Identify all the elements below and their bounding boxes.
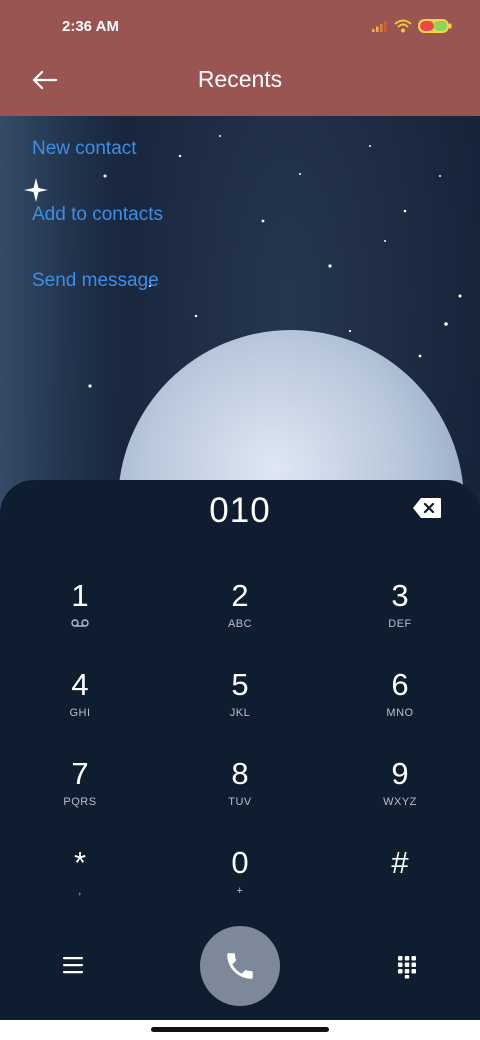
voicemail-icon xyxy=(20,618,140,632)
page-title: Recents xyxy=(197,66,283,92)
status-icons xyxy=(372,19,452,33)
signal-icon xyxy=(372,21,387,32)
key-8[interactable]: 8 TUV xyxy=(180,756,300,828)
menu-icon[interactable] xyxy=(63,956,83,974)
app-header: 2:36 AM Recents xyxy=(0,0,480,116)
key-digit: 3 xyxy=(391,578,409,613)
key-letters: MNO xyxy=(386,707,414,719)
key-letters: + xyxy=(236,885,244,897)
key-digit: 0 xyxy=(231,845,249,880)
dialpad-icon[interactable] xyxy=(397,955,417,979)
key-letters: , xyxy=(78,885,82,897)
wifi-icon xyxy=(394,19,412,33)
key-0[interactable]: 0 + xyxy=(180,845,300,917)
key-digit: 8 xyxy=(231,756,249,791)
key-3[interactable]: 3 DEF xyxy=(340,578,460,650)
key-digit: 1 xyxy=(71,578,89,613)
key-digit: 6 xyxy=(391,667,409,702)
key-letters xyxy=(340,885,460,899)
send-message-link[interactable]: Send message xyxy=(32,270,159,292)
home-indicator[interactable] xyxy=(151,1027,329,1032)
key-letters: GHI xyxy=(69,707,91,719)
key-letters: ABC xyxy=(227,618,253,630)
key-digit: 4 xyxy=(71,667,89,702)
call-button[interactable] xyxy=(200,926,280,1006)
key-digit: 7 xyxy=(71,756,89,791)
key-digit: 9 xyxy=(391,756,409,791)
key-digit: 5 xyxy=(231,667,249,702)
backspace-icon[interactable] xyxy=(412,497,442,519)
battery-icon xyxy=(418,19,452,33)
key-letters: PQRS xyxy=(63,796,97,808)
phone-icon xyxy=(227,953,253,979)
key-2[interactable]: 2 ABC xyxy=(180,578,300,650)
key-digit: * xyxy=(73,845,87,880)
dialed-number: 010 xyxy=(209,491,271,530)
key-star[interactable]: * , xyxy=(20,845,140,917)
add-to-contacts-link[interactable]: Add to contacts xyxy=(32,204,163,226)
new-contact-link[interactable]: New contact xyxy=(32,138,137,160)
key-6[interactable]: 6 MNO xyxy=(340,667,460,739)
key-hash[interactable]: # xyxy=(340,845,460,917)
key-letters: DEF xyxy=(388,618,412,630)
key-digit: 2 xyxy=(231,578,249,613)
key-4[interactable]: 4 GHI xyxy=(20,667,140,739)
key-7[interactable]: 7 PQRS xyxy=(20,756,140,828)
status-time: 2:36 AM xyxy=(62,18,119,35)
key-letters: WXYZ xyxy=(383,796,417,808)
key-9[interactable]: 9 WXYZ xyxy=(340,756,460,828)
key-1[interactable]: 1 xyxy=(20,578,140,650)
key-letters: JKL xyxy=(229,707,251,719)
key-letters: TUV xyxy=(228,796,252,808)
key-digit: # xyxy=(391,845,409,880)
key-5[interactable]: 5 JKL xyxy=(180,667,300,739)
